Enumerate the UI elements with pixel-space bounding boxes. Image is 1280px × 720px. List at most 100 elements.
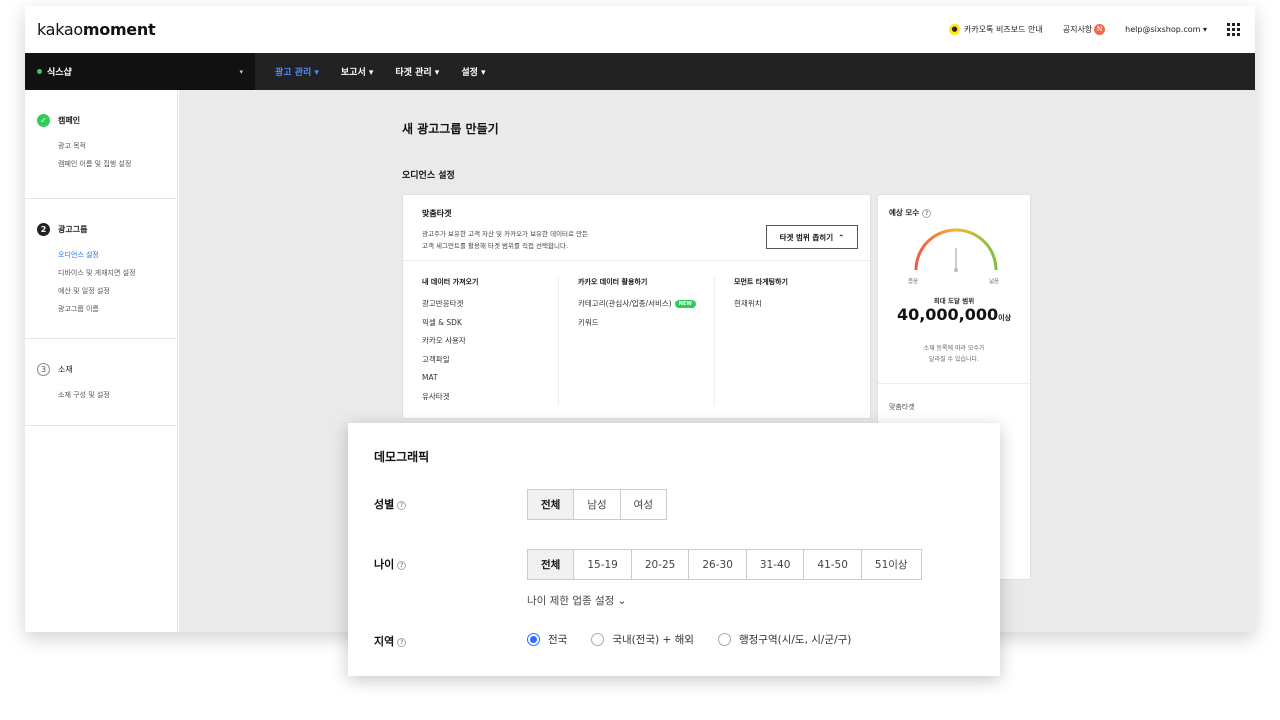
target-option[interactable]: 픽셀 & SDK bbox=[422, 314, 558, 333]
chevron-up-icon: ⌃ bbox=[838, 232, 845, 242]
gender-label-text: 성별 bbox=[374, 498, 395, 511]
step-header[interactable]: 2 광고그룹 bbox=[37, 223, 165, 236]
top-bar: kakaomoment ● 카카오톡 비즈보드 안내 공지사항 N help@six… bbox=[25, 6, 1255, 53]
estimate-note: 소재 등록에 따라 모수가 달라질 수 있습니다. bbox=[878, 343, 1030, 365]
gender-option-all[interactable]: 전체 bbox=[528, 490, 574, 519]
gauge-low-label: 좁음 bbox=[908, 279, 919, 285]
divider bbox=[878, 383, 1030, 384]
step-campaign: ✓ 캠페인 광고 목적 캠페인 이름 및 집행 설정 bbox=[25, 90, 177, 199]
region-option-domestic-overseas[interactable]: 국내(전국) + 해외 bbox=[591, 632, 694, 647]
sidebar-item-audience[interactable]: 오디언스 설정 bbox=[37, 246, 165, 264]
sidebar-item[interactable]: 광고그룹 이름 bbox=[37, 300, 165, 318]
gender-option-female[interactable]: 여성 bbox=[619, 490, 666, 519]
radio-icon bbox=[591, 633, 605, 646]
step-title: 캠페인 bbox=[58, 116, 81, 125]
account-selector[interactable]: 식스샵 ▾ bbox=[25, 53, 255, 90]
column-moment: 모먼트 타게팅하기 현재위치 bbox=[715, 277, 870, 406]
help-icon[interactable]: ? bbox=[397, 500, 407, 510]
region-label-text: 지역 bbox=[374, 635, 395, 648]
help-icon[interactable]: ? bbox=[922, 208, 932, 218]
target-option[interactable]: 유사타겟 bbox=[422, 388, 558, 407]
estimate-value: 40,000,000이상 bbox=[878, 305, 1030, 324]
estimate-title: 예상 모수? bbox=[889, 207, 932, 218]
step-header[interactable]: ✓ 캠페인 bbox=[37, 114, 165, 127]
radio-selected-icon bbox=[527, 633, 540, 646]
target-option[interactable]: 광고반응타겟 bbox=[422, 295, 558, 314]
top-bar-right: ● 카카오톡 비즈보드 안내 공지사항 N help@sixshop.com ▾ bbox=[949, 6, 1241, 53]
nav-item-reports[interactable]: 보고서 ▾ bbox=[341, 65, 374, 78]
sidebar-item[interactable]: 소재 구성 및 설정 bbox=[37, 386, 165, 404]
target-option[interactable]: 키워드 bbox=[578, 314, 714, 333]
nav-item-settings[interactable]: 설정 ▾ bbox=[461, 65, 485, 78]
option-label: 카테고리(관심사/업종/서비스) bbox=[578, 299, 672, 308]
custom-target-card: 맞춤타겟 광고주가 보유한 고객 자산 및 카카오가 보유한 데이터로 만든 고… bbox=[402, 194, 871, 419]
logo-prefix: kakao bbox=[37, 20, 83, 39]
help-icon[interactable]: ? bbox=[397, 560, 407, 570]
region-option-nationwide[interactable]: 전국 bbox=[527, 632, 567, 647]
gender-label: 성별? bbox=[374, 496, 407, 512]
gauge-high-label: 넓음 bbox=[989, 279, 1000, 285]
chevron-down-icon: ⌄ bbox=[617, 595, 627, 607]
gender-option-male[interactable]: 남성 bbox=[573, 490, 619, 519]
app-grid-icon[interactable] bbox=[1227, 22, 1241, 37]
age-option[interactable]: 31-40 bbox=[745, 550, 804, 579]
age-option[interactable]: 41-50 bbox=[803, 550, 861, 579]
step-number-icon: 2 bbox=[37, 223, 50, 236]
estimate-suffix: 이상 bbox=[998, 314, 1012, 322]
column-my-data: 내 데이터 가져오기 광고반응타겟 픽셀 & SDK 카카오 사용자 고객파일 … bbox=[403, 277, 559, 406]
logo-suffix: moment bbox=[82, 20, 156, 39]
demographic-card: 데모그래픽 성별? 전체 남성 여성 나이? 전체 15-19 20-25 26… bbox=[348, 423, 1000, 676]
chevron-down-icon: ▾ bbox=[1202, 25, 1207, 34]
region-option-district[interactable]: 행정구역(시/도, 시/군/구) bbox=[717, 632, 852, 647]
desc-line: 광고주가 보유한 고객 자산 및 카카오가 보유한 데이터로 만든 bbox=[422, 230, 589, 238]
column-title: 카카오 데이터 활용하기 bbox=[578, 278, 648, 286]
radio-label: 전국 bbox=[548, 634, 568, 646]
age-label: 나이? bbox=[374, 556, 407, 572]
radio-label: 행정구역(시/도, 시/군/구) bbox=[738, 634, 852, 646]
nav-item-ad-management[interactable]: 광고 관리 ▾ bbox=[275, 65, 319, 78]
estimate-sub-label: 맞춤타겟 bbox=[889, 403, 915, 411]
target-option[interactable]: 카테고리(관심사/업종/서비스) NEW bbox=[578, 295, 714, 314]
status-dot-icon bbox=[37, 69, 42, 74]
step-title: 광고그룹 bbox=[58, 225, 88, 234]
column-title: 내 데이터 가져오기 bbox=[422, 278, 479, 286]
age-option[interactable]: 15-19 bbox=[573, 550, 631, 579]
region-radio-group: 전국 국내(전국) + 해외 행정구역(시/도, 시/군/구) bbox=[527, 632, 851, 647]
kakaotalk-icon: ● bbox=[949, 24, 961, 35]
step-title: 소재 bbox=[58, 365, 73, 374]
column-kakao-data: 카카오 데이터 활용하기 카테고리(관심사/업종/서비스) NEW 키워드 bbox=[559, 277, 715, 406]
account-menu[interactable]: help@sixshop.com ▾ bbox=[1125, 25, 1207, 34]
sidebar-item[interactable]: 광고 목적 bbox=[37, 137, 165, 155]
sidebar-item[interactable]: 디바이스 및 게재지면 설정 bbox=[37, 264, 165, 282]
target-columns: 내 데이터 가져오기 광고반응타겟 픽셀 & SDK 카카오 사용자 고객파일 … bbox=[403, 277, 870, 406]
sidebar-item[interactable]: 예산 및 일정 설정 bbox=[37, 282, 165, 300]
logo[interactable]: kakaomoment bbox=[37, 20, 156, 39]
age-restriction-link[interactable]: 나이 제한 업종 설정 ⌄ bbox=[527, 593, 626, 608]
check-icon: ✓ bbox=[37, 114, 50, 127]
account-email: help@sixshop.com bbox=[1125, 25, 1201, 34]
help-icon[interactable]: ? bbox=[397, 637, 407, 647]
card-title: 맞춤타겟 bbox=[422, 209, 452, 218]
narrow-target-button[interactable]: 타겟 범위 좁히기 ⌃ bbox=[766, 225, 858, 249]
age-option[interactable]: 전체 bbox=[528, 550, 574, 579]
age-option[interactable]: 20-25 bbox=[630, 550, 689, 579]
target-option[interactable]: MAT bbox=[422, 369, 558, 388]
age-option[interactable]: 51이상 bbox=[860, 550, 921, 579]
reach-gauge bbox=[914, 228, 998, 272]
gender-segment: 전체 남성 여성 bbox=[527, 489, 667, 520]
step-header[interactable]: 3 소재 bbox=[37, 363, 165, 376]
notice-label: 공지사항 bbox=[1062, 25, 1093, 34]
notice-link[interactable]: 공지사항 N bbox=[1062, 24, 1106, 35]
age-option[interactable]: 26-30 bbox=[688, 550, 746, 579]
account-name: 식스샵 bbox=[47, 68, 72, 78]
target-option[interactable]: 카카오 사용자 bbox=[422, 332, 558, 351]
radio-label: 국내(전국) + 해외 bbox=[612, 634, 694, 646]
nav-item-target-management[interactable]: 타겟 관리 ▾ bbox=[395, 65, 439, 78]
estimate-caption: 최대 도달 범위 bbox=[933, 297, 975, 305]
age-link-label: 나이 제한 업종 설정 bbox=[527, 595, 615, 607]
sidebar-item[interactable]: 캠페인 이름 및 집행 설정 bbox=[37, 155, 165, 173]
target-option[interactable]: 현재위치 bbox=[734, 295, 870, 314]
target-option[interactable]: 고객파일 bbox=[422, 351, 558, 370]
bizboard-label: 카카오톡 비즈보드 안내 bbox=[964, 25, 1043, 34]
bizboard-link[interactable]: ● 카카오톡 비즈보드 안내 bbox=[949, 24, 1043, 35]
